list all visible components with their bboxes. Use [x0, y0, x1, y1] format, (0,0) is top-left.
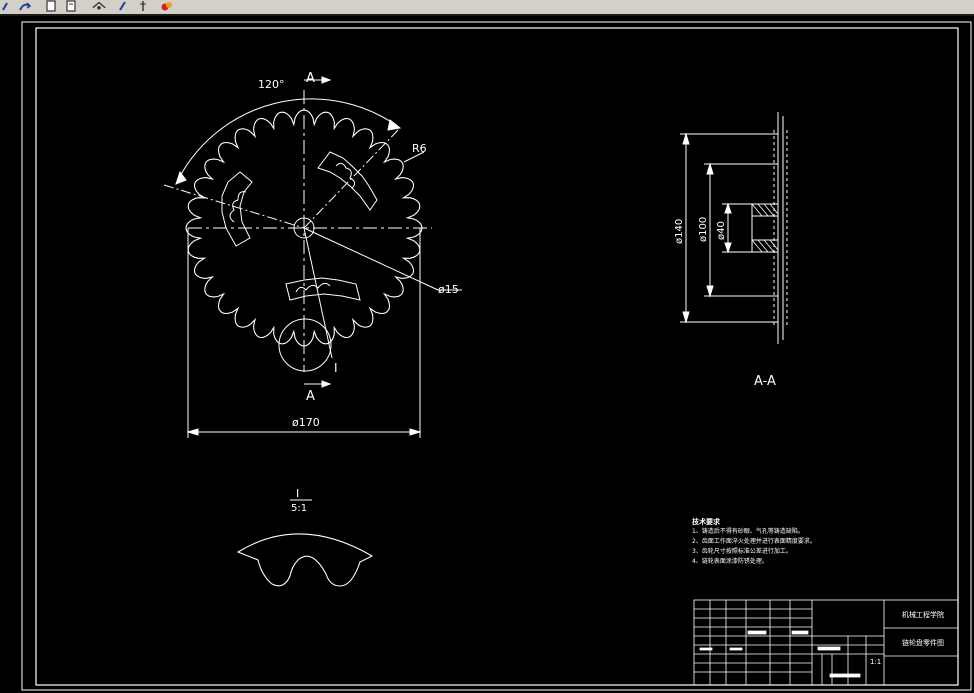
copy-icon[interactable]: [44, 0, 58, 12]
tech-req-item-3: 3、齿轮尺寸按照标准公差进行加工。: [692, 547, 792, 555]
title-block-scale: 1:1: [870, 658, 881, 666]
cad-drawing-canvas[interactable]: 120° A R6 ø15 I A ø170 ø140 ø100 ø40 A-A: [0, 16, 974, 693]
lightening-slot-left: [221, 171, 253, 247]
detail-label: I: [296, 487, 299, 500]
detail-marker: I: [334, 361, 338, 375]
redo-icon[interactable]: [18, 0, 32, 12]
section-arrow-bottom-head: [321, 380, 332, 388]
section-view-title: A-A: [754, 374, 776, 389]
dim-hub-label: ø40: [716, 221, 727, 240]
block-fill-4: [829, 673, 861, 678]
tooth-profile: [773, 130, 788, 326]
paint-icon[interactable]: [160, 0, 174, 12]
angle-arrow-left: [175, 170, 187, 185]
block-fill-6: [729, 647, 743, 651]
tech-req-item-2: 2、齿面工作面淬火处理并进行表面精度要求。: [692, 537, 816, 545]
paste-icon[interactable]: [64, 0, 78, 12]
toolbar: [0, 0, 974, 15]
dim-outer-label: ø140: [674, 219, 685, 244]
angle-line-right: [303, 127, 401, 229]
section-mark-bottom: A: [306, 389, 315, 404]
dim140-arrow-top: [682, 132, 690, 145]
angle-arrow-right: [387, 119, 402, 131]
undo-icon[interactable]: [0, 0, 14, 12]
dim-mid-label: ø100: [698, 217, 709, 242]
lightening-slot-bottom: [285, 277, 361, 301]
block-fill-1: [747, 630, 767, 635]
sprocket-front-view: [163, 76, 462, 438]
technical-requirements: 技术要求 1、铸造后不得有砂眼、气孔等铸造缺陷。 2、齿面工作面淬火处理并进行表…: [692, 517, 816, 565]
section-arrow-top-head: [321, 76, 332, 84]
detail-circle: [278, 318, 332, 372]
overall-diameter-label: ø170: [292, 416, 320, 429]
properties-icon[interactable]: [92, 0, 106, 12]
pointer-icon[interactable]: [136, 0, 150, 12]
title-block-school: 机械工程学院: [902, 610, 944, 619]
detail-scale: 5:1: [291, 503, 307, 514]
match-properties-icon[interactable]: [116, 0, 130, 12]
title-block-part-name: 链轮盘零件图: [902, 638, 944, 647]
dim-arrow-left: [186, 428, 199, 436]
dim40-arrow-bottom: [724, 242, 732, 254]
dim140-arrow-bottom: [682, 311, 690, 324]
tech-req-item-4: 4、链轮表面涂漆防锈处理。: [692, 557, 768, 565]
dim100-arrow-bottom: [706, 285, 714, 298]
dim40-arrow-top: [724, 202, 732, 214]
block-fill-5: [699, 647, 713, 651]
block-fill-2: [791, 630, 809, 635]
section-view: [680, 112, 788, 344]
tech-req-item-1: 1、铸造后不得有砂眼、气孔等铸造缺陷。: [692, 527, 804, 535]
hole-leader: [303, 227, 439, 291]
tech-req-title: 技术要求: [692, 517, 721, 526]
block-fill-3: [817, 646, 841, 651]
dim-arrow-right: [409, 428, 422, 436]
detail-view: I 5:1: [236, 487, 374, 587]
inner-frame: [35, 27, 959, 686]
radius-label: R6: [412, 142, 427, 155]
outer-frame: [21, 21, 972, 691]
angle-dimension-arc: [175, 98, 401, 185]
angle-label: 120°: [258, 78, 285, 91]
dim100-arrow-top: [706, 162, 714, 175]
section-mark-top: A: [306, 71, 315, 86]
detail-tooth-profile: [236, 533, 374, 587]
hole-label: ø15: [438, 283, 459, 296]
